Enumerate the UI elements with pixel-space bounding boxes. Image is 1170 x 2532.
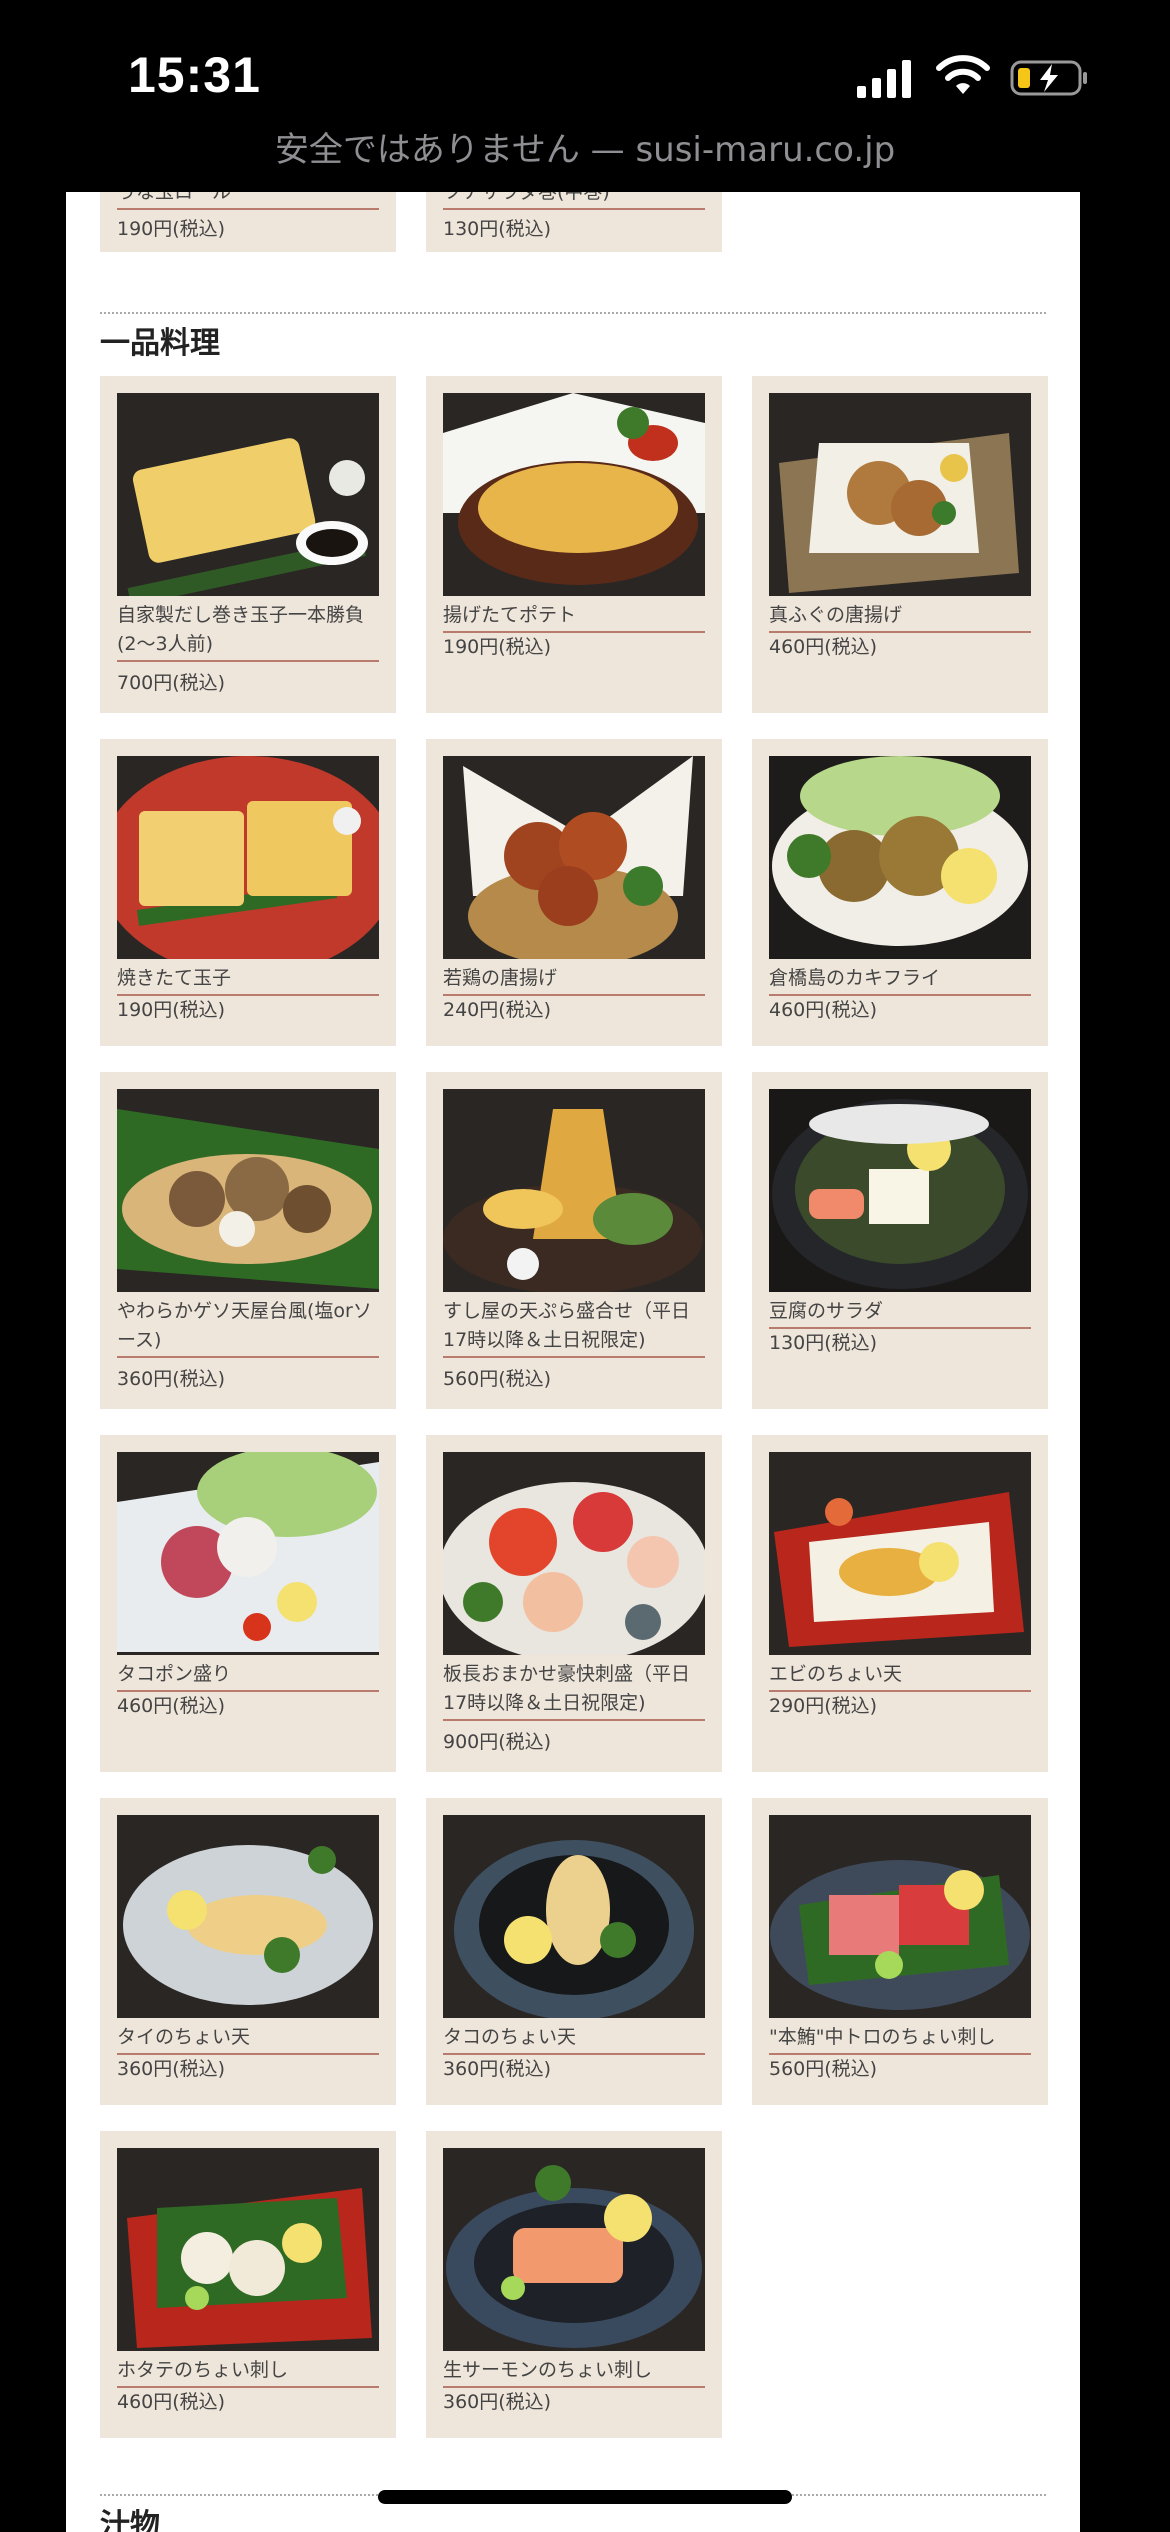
food-photo[interactable] (443, 393, 705, 596)
food-photo[interactable] (117, 1815, 379, 2018)
item-name: 揚げたてポテト (443, 601, 705, 633)
menu-item-card[interactable]: 焼きたて玉子 190円(税込) (100, 739, 396, 1046)
menu-item-card[interactable]: 豆腐のサラダ 130円(税込) (752, 1072, 1048, 1409)
status-bar: 15:31 (0, 0, 1170, 120)
item-name: 自家製だし巻き玉子一本勝負(2〜3人前) (117, 601, 379, 662)
food-photo[interactable] (443, 1452, 705, 1655)
menu-item-card[interactable]: 自家製だし巻き玉子一本勝負(2〜3人前) 700円(税込) (100, 376, 396, 713)
food-photo[interactable] (443, 1089, 705, 1292)
item-name: 真ふぐの唐揚げ (769, 601, 1031, 633)
menu-item-card[interactable]: すし屋の天ぷら盛合せ（平日17時以降＆土日祝限定) 560円(税込) (426, 1072, 722, 1409)
menu-item-card[interactable]: 真ふぐの唐揚げ 460円(税込) (752, 376, 1048, 713)
address-bar[interactable]: 安全ではありません — susi-maru.co.jp (0, 120, 1170, 192)
item-price: 360円(税込) (443, 2058, 552, 2080)
menu-item-card[interactable]: タコのちょい天 360円(税込) (426, 1798, 722, 2105)
item-price: 130円(税込) (443, 218, 552, 240)
food-photo[interactable] (769, 393, 1031, 596)
food-photo[interactable] (117, 1089, 379, 1292)
section-title: 一品料理 (100, 326, 220, 361)
item-price: 560円(税込) (769, 2058, 878, 2080)
item-name: 若鶏の唐揚げ (443, 964, 705, 996)
food-photo[interactable] (769, 1452, 1031, 1655)
food-photo[interactable] (443, 756, 705, 959)
food-photo[interactable] (117, 2148, 379, 2351)
item-name: すし屋の天ぷら盛合せ（平日17時以降＆土日祝限定) (443, 1297, 705, 1358)
item-price: 190円(税込) (117, 999, 226, 1021)
food-photo[interactable] (117, 756, 379, 959)
status-time: 15:31 (128, 47, 261, 103)
menu-item-card[interactable]: うな玉ロール 190円(税込) (100, 192, 396, 252)
food-photo[interactable] (443, 2148, 705, 2351)
menu-item-card[interactable]: タイのちょい天 360円(税込) (100, 1798, 396, 2105)
wifi-icon (936, 55, 990, 94)
item-price: 240円(税込) (443, 999, 552, 1021)
battery-charging-icon (1010, 60, 1087, 96)
menu-item-card[interactable]: ホタテのちょい刺し 460円(税込) (100, 2131, 396, 2438)
item-name: ホタテのちょい刺し (117, 2356, 379, 2388)
menu-item-card[interactable]: 生サーモンのちょい刺し 360円(税込) (426, 2131, 722, 2438)
item-price: 360円(税込) (443, 2391, 552, 2413)
item-name: 板長おまかせ豪快刺盛（平日17時以降＆土日祝限定) (443, 1660, 705, 1721)
item-name: 焼きたて玉子 (117, 964, 379, 996)
menu-item-card[interactable]: ツナサラダ巻(中巻) 130円(税込) (426, 192, 722, 252)
item-price: 360円(税込) (117, 2058, 226, 2080)
menu-page: うな玉ロール 190円(税込) ツナサラダ巻(中巻) 130円(税込) 一品料理… (66, 192, 1080, 2532)
item-name: タコのちょい天 (443, 2023, 705, 2055)
item-price: 290円(税込) (769, 1695, 878, 1717)
item-name: ツナサラダ巻(中巻) (443, 192, 705, 210)
item-name: タコポン盛り (117, 1660, 379, 1692)
address-text: 安全ではありません — susi-maru.co.jp (274, 130, 896, 170)
item-name: 豆腐のサラダ (769, 1297, 1031, 1329)
item-price: 360円(税込) (117, 1368, 226, 1390)
item-price: 190円(税込) (117, 218, 226, 240)
menu-item-card[interactable]: 若鶏の唐揚げ 240円(税込) (426, 739, 722, 1046)
food-photo[interactable] (443, 1815, 705, 2018)
item-name: タイのちょい天 (117, 2023, 379, 2055)
food-photo[interactable] (117, 1452, 379, 1655)
menu-item-card[interactable]: やわらかゲソ天屋台風(塩orソース) 360円(税込) (100, 1072, 396, 1409)
item-price: 460円(税込) (769, 999, 878, 1021)
menu-item-card[interactable]: 倉橋島のカキフライ 460円(税込) (752, 739, 1048, 1046)
item-name: 生サーモンのちょい刺し (443, 2356, 705, 2388)
item-price: 190円(税込) (443, 636, 552, 658)
item-price: 460円(税込) (769, 636, 878, 658)
item-name: エビのちょい天 (769, 1660, 1031, 1692)
menu-item-card[interactable]: 板長おまかせ豪快刺盛（平日17時以降＆土日祝限定) 900円(税込) (426, 1435, 722, 1772)
food-photo[interactable] (769, 1815, 1031, 2018)
section-divider (100, 312, 1046, 314)
item-price: 460円(税込) (117, 2391, 226, 2413)
item-price: 700円(税込) (117, 672, 226, 694)
menu-item-card[interactable]: タコポン盛り 460円(税込) (100, 1435, 396, 1772)
menu-item-card[interactable]: "本鮪"中トロのちょい刺し 560円(税込) (752, 1798, 1048, 2105)
food-photo[interactable] (769, 756, 1031, 959)
food-photo[interactable] (117, 393, 379, 596)
item-name: やわらかゲソ天屋台風(塩orソース) (117, 1297, 379, 1358)
menu-item-card[interactable]: 揚げたてポテト 190円(税込) (426, 376, 722, 713)
item-price: 900円(税込) (443, 1731, 552, 1753)
item-price: 560円(税込) (443, 1368, 552, 1390)
item-price: 130円(税込) (769, 1332, 878, 1354)
menu-item-card[interactable]: エビのちょい天 290円(税込) (752, 1435, 1048, 1772)
item-name: うな玉ロール (117, 192, 379, 210)
item-name: 倉橋島のカキフライ (769, 964, 1031, 996)
home-indicator[interactable] (378, 2490, 792, 2504)
item-name: "本鮪"中トロのちょい刺し (769, 2023, 1031, 2055)
food-photo[interactable] (769, 1089, 1031, 1292)
cellular-signal-icon (857, 60, 911, 98)
item-price: 460円(税込) (117, 1695, 226, 1717)
section-title: 汁物 (100, 2508, 160, 2532)
